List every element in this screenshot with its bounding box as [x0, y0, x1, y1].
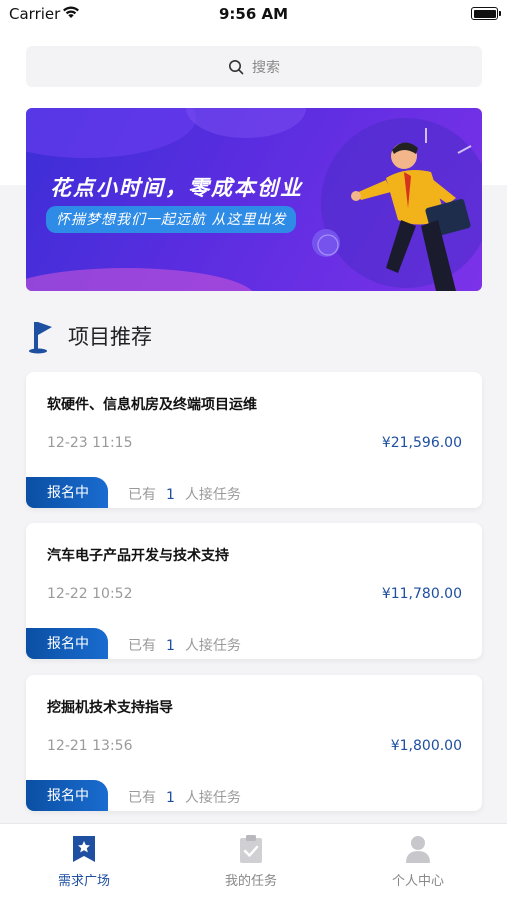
applicant-suffix: 人接任务	[184, 638, 241, 654]
applicant-number: 1	[166, 790, 175, 806]
applicant-number: 1	[166, 487, 175, 503]
search-placeholder: 搜索	[252, 59, 280, 76]
tab-my-tasks[interactable]: 我的任务	[201, 834, 301, 889]
status-bar: Carrier 9:56 AM	[0, 0, 507, 28]
bottom-tab-bar: 需求广场 我的任务 个人中心	[0, 823, 507, 900]
search-input[interactable]: 搜索	[26, 46, 482, 87]
project-card[interactable]: 汽车电子产品开发与技术支持 12-22 10:52 ¥11,780.00 报名中…	[26, 523, 482, 659]
section-title: 项目推荐	[68, 325, 152, 349]
status-badge: 报名中	[26, 780, 108, 811]
tab-label: 我的任务	[224, 874, 277, 889]
applicant-count: 已有 1 人接任务	[128, 635, 241, 655]
clock: 9:56 AM	[218, 5, 289, 23]
project-card[interactable]: 软硬件、信息机房及终端项目运维 12-23 11:15 ¥21,596.00 报…	[26, 372, 482, 508]
promo-banner[interactable]: 花点小时间，零成本创业 怀揣梦想我们一起远航 从这里出发	[26, 108, 482, 291]
banner-subtitle: 怀揣梦想我们一起远航 从这里出发	[46, 206, 297, 233]
star-bookmark-icon	[73, 836, 95, 862]
tab-label: 个人中心	[391, 874, 444, 889]
project-time: 12-22 10:52	[47, 586, 133, 602]
project-price: ¥11,780.00	[381, 586, 462, 602]
status-badge: 报名中	[26, 628, 108, 659]
section-header: 项目推荐	[28, 318, 152, 354]
project-title: 挖掘机技术支持指导	[47, 700, 173, 716]
tab-profile[interactable]: 个人中心	[368, 834, 468, 889]
project-price: ¥21,596.00	[381, 435, 462, 451]
battery-icon	[471, 7, 501, 20]
project-time: 12-23 11:15	[47, 435, 133, 451]
project-title: 软硬件、信息机房及终端项目运维	[47, 397, 257, 413]
project-time: 12-21 13:56	[47, 738, 133, 754]
applicant-count: 已有 1 人接任务	[128, 787, 241, 807]
search-icon	[229, 59, 244, 74]
applicant-number: 1	[166, 638, 175, 654]
project-card[interactable]: 挖掘机技术支持指导 12-21 13:56 ¥1,800.00 报名中 已有 1 人…	[26, 675, 482, 811]
project-title: 汽车电子产品开发与技术支持	[47, 548, 229, 564]
flag-icon	[29, 322, 52, 354]
project-price: ¥1,800.00	[390, 738, 462, 754]
applicant-prefix: 已有	[128, 638, 156, 654]
applicant-suffix: 人接任务	[184, 790, 241, 806]
clipboard-check-icon	[240, 835, 262, 863]
banner-title: 花点小时间，零成本创业	[50, 175, 303, 200]
person-icon	[406, 836, 430, 863]
status-badge: 报名中	[26, 477, 108, 508]
applicant-count: 已有 1 人接任务	[128, 484, 241, 504]
tab-label: 需求广场	[57, 874, 110, 889]
applicant-suffix: 人接任务	[184, 487, 241, 503]
applicant-prefix: 已有	[128, 487, 156, 503]
applicant-prefix: 已有	[128, 790, 156, 806]
tab-demand-square[interactable]: 需求广场	[34, 834, 134, 889]
